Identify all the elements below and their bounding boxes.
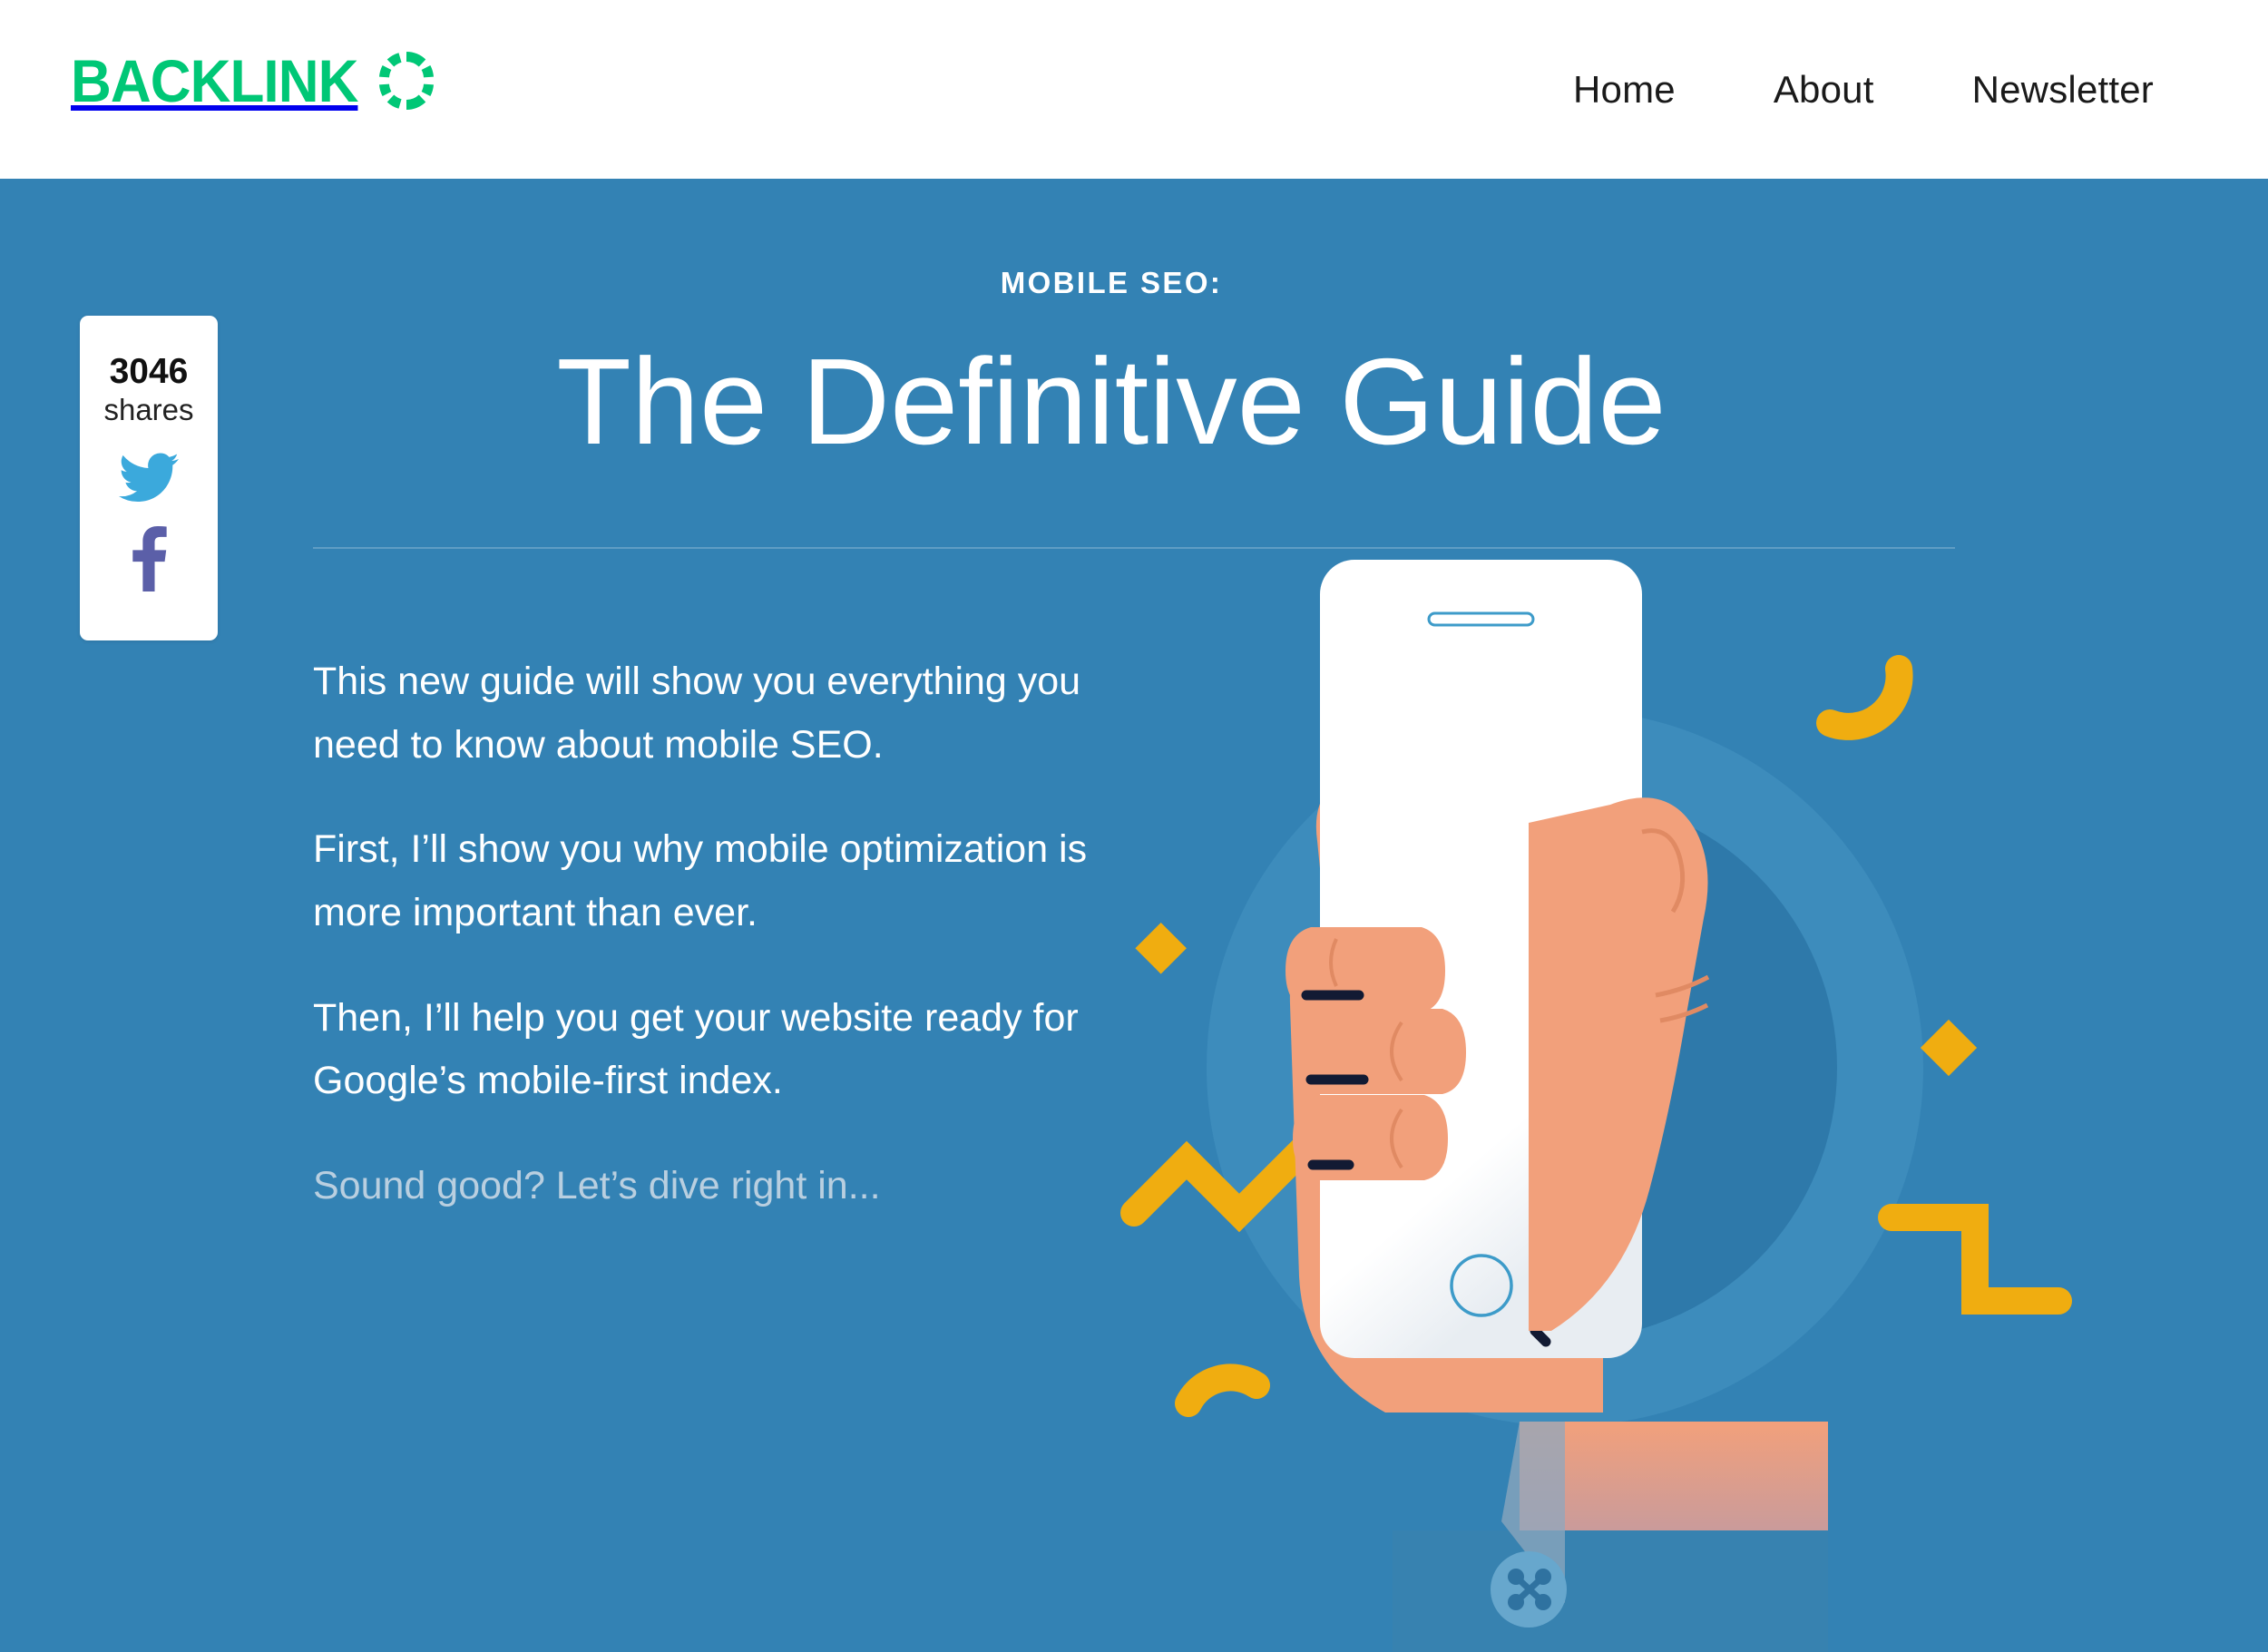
nav-item-home[interactable]: Home	[1524, 68, 1725, 112]
decor-diamond-left	[1135, 923, 1187, 974]
facebook-icon	[130, 526, 168, 596]
hero-paragraph-3: Then, I’ll help you get your website rea…	[313, 995, 1079, 1103]
hero-divider	[313, 547, 1955, 549]
facebook-share-button[interactable]	[130, 526, 168, 596]
hero-paragraph-1: This new guide will show you everything …	[313, 660, 1081, 767]
logo-ring-o-icon	[378, 51, 435, 111]
decor-diamond-right	[1920, 1019, 1978, 1077]
logo-wordmark: BACKLINK	[71, 47, 358, 114]
hero-closing-line: Sound good? Let’s dive right in...	[313, 1163, 881, 1207]
hero-illustration	[1120, 560, 2072, 1652]
site-logo[interactable]: BACKLINK	[71, 51, 435, 111]
hero-section: 3046 shares MOBILE SEO: The Definitive G…	[0, 179, 2268, 1652]
hero-copy: This new guide will show you everything …	[313, 650, 1111, 1218]
site-header: BACKLINK Home About Newsletter	[0, 0, 2268, 179]
hero-eyebrow: MOBILE SEO:	[1000, 266, 1223, 299]
decor-step-right	[1878, 1204, 2072, 1315]
nav-item-about[interactable]: About	[1725, 68, 1923, 112]
main-navigation: Home About Newsletter	[1524, 0, 2203, 179]
cuff	[1393, 1530, 1828, 1652]
hero-paragraph-2: First, I’ll show you why mobile optimiza…	[313, 827, 1088, 934]
page-title: The Definitive Guide	[556, 333, 1667, 470]
decor-arc-bottom-left	[1175, 1364, 1270, 1417]
decor-arc-top-right	[1816, 655, 1913, 740]
nav-item-newsletter[interactable]: Newsletter	[1923, 68, 2203, 112]
